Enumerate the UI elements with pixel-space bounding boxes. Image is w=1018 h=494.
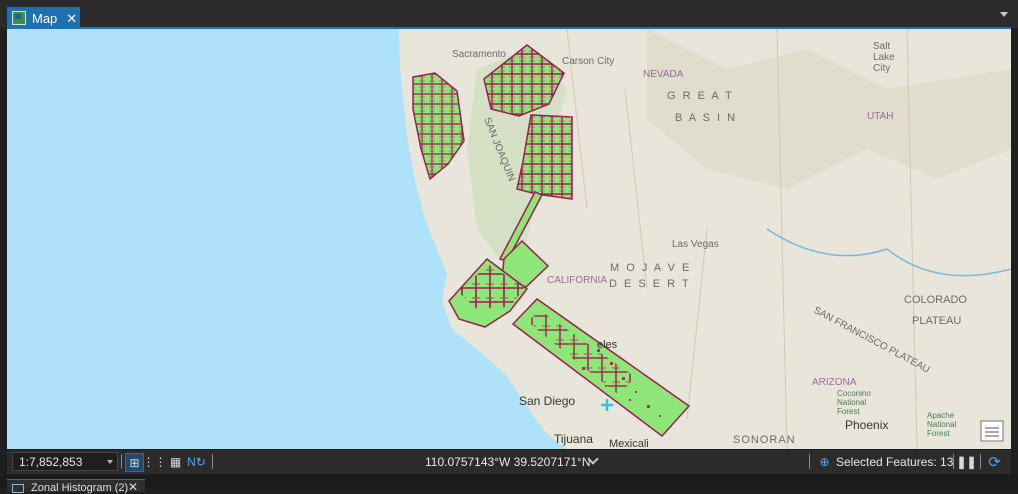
label-mojave: M O J A V E xyxy=(610,262,691,274)
pause-icon[interactable]: ❚❚ xyxy=(956,453,976,470)
label-coconino-3: Forest xyxy=(837,407,860,416)
label-apache-3: Forest xyxy=(927,429,950,438)
map-tab-icon xyxy=(12,11,26,25)
separator xyxy=(809,454,810,469)
separator xyxy=(953,454,954,469)
label-arizona: ARIZONA xyxy=(812,377,857,388)
north-arrow-icon[interactable]: N↻ xyxy=(187,453,206,470)
label-apache-2: National xyxy=(927,420,957,429)
snapping-icon[interactable]: ⊞ xyxy=(125,453,144,472)
label-sacramento: Sacramento xyxy=(452,49,506,60)
tab-map-label: Map xyxy=(32,10,58,26)
grid-icon[interactable]: ⋮⋮ xyxy=(143,453,167,470)
status-bar: 1:7,852,853 ⊞ ⋮⋮ ▦ N↻ 110.0757143°W 39.5… xyxy=(7,450,1011,474)
scale-value: 1:7,852,853 xyxy=(19,455,83,469)
separator xyxy=(212,454,213,469)
label-carson-city: Carson City xyxy=(562,56,614,67)
label-apache-1: Apache xyxy=(927,411,955,420)
label-salt-lake-3: City xyxy=(873,63,890,74)
label-plateau: PLATEAU xyxy=(912,315,961,327)
label-salt-lake-2: Lake xyxy=(873,52,895,63)
bottom-tab-strip: Zonal Histogram (2) ✕ xyxy=(0,475,1018,494)
table-icon[interactable]: ▦ xyxy=(167,453,184,470)
label-colorado: COLORADO xyxy=(904,294,967,306)
close-icon[interactable]: ✕ xyxy=(128,480,138,494)
selected-features-count[interactable]: Selected Features: 13 xyxy=(836,455,953,469)
map-view[interactable]: Sacramento Carson City NEVADA G R E A T … xyxy=(7,29,1011,449)
refresh-icon[interactable]: ⟳ xyxy=(986,453,1003,471)
label-great: G R E A T xyxy=(667,90,734,102)
label-mexicali: Mexicali xyxy=(609,438,649,449)
tab-bar: Map ✕ xyxy=(0,0,1018,29)
legend-icon[interactable] xyxy=(980,420,1004,442)
tab-zonal-histogram[interactable]: Zonal Histogram (2) ✕ xyxy=(7,479,145,494)
close-icon[interactable]: ✕ xyxy=(66,12,77,25)
separator xyxy=(121,454,122,469)
label-basin: B A S I N xyxy=(675,112,737,124)
label-coconino-1: Coconino xyxy=(837,389,871,398)
label-nevada: NEVADA xyxy=(643,69,684,80)
scale-dropdown-icon xyxy=(107,460,113,464)
scale-dropdown[interactable]: 1:7,852,853 xyxy=(12,452,118,471)
separator xyxy=(980,454,981,469)
label-las-vegas: Las Vegas xyxy=(672,239,719,250)
label-los-angeles: eles xyxy=(597,339,618,351)
coordinate-readout: 110.0757143°W 39.5207171°N xyxy=(425,455,591,469)
tab-map[interactable]: Map ✕ xyxy=(7,7,80,29)
label-tijuana: Tijuana xyxy=(554,432,593,446)
label-coconino-2: National xyxy=(837,398,867,407)
label-utah: UTAH xyxy=(867,111,893,122)
label-sonoran: SONORAN xyxy=(733,434,796,446)
label-phoenix: Phoenix xyxy=(845,418,888,432)
tab-list-menu-icon[interactable] xyxy=(1000,12,1008,17)
selection-icon[interactable]: ⊕ xyxy=(816,453,833,470)
label-san-diego: San Diego xyxy=(519,394,575,408)
tab-zonal-histogram-label: Zonal Histogram (2) xyxy=(31,482,129,494)
label-desert: D E S E R T xyxy=(609,278,691,290)
label-salt-lake-1: Salt xyxy=(873,41,890,52)
label-california: CALIFORNIA xyxy=(547,275,607,286)
